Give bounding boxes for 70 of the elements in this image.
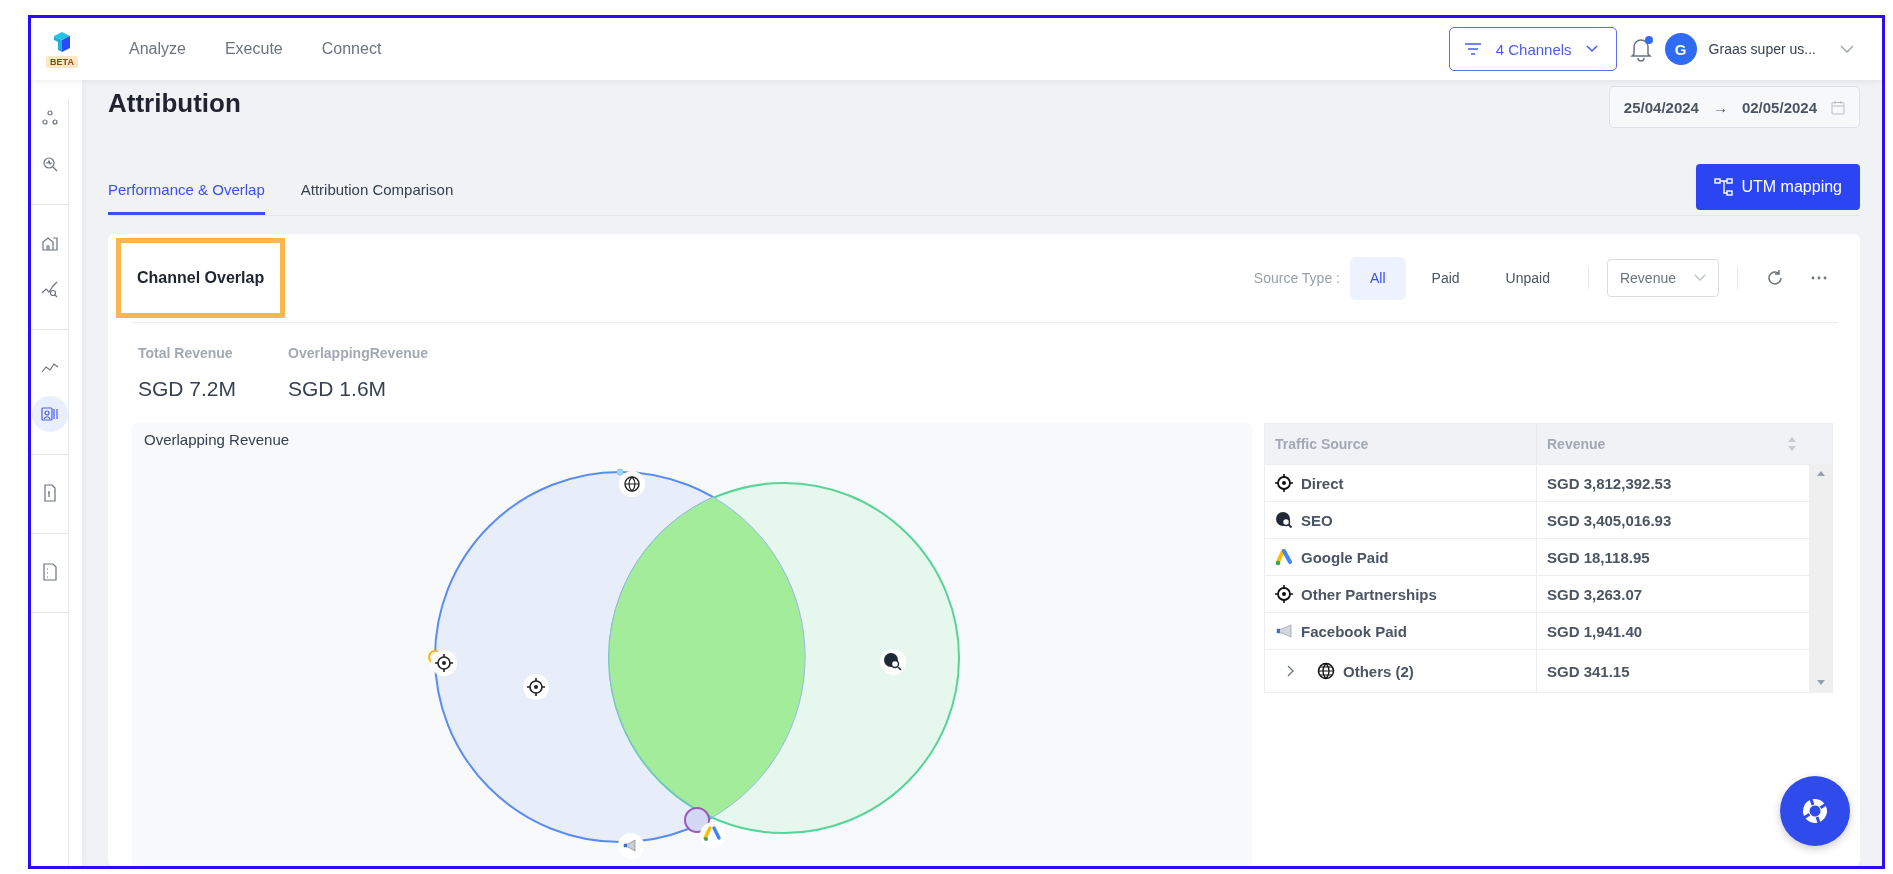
beta-badge: BETA	[46, 56, 78, 68]
chevron-down-icon	[1694, 274, 1706, 282]
scroll-up-icon[interactable]	[1816, 470, 1825, 476]
magnifier-icon	[40, 155, 59, 173]
traffic-source-name: Other Partnerships	[1301, 585, 1437, 603]
stat-label: Total Revenue	[138, 345, 234, 361]
calendar-icon	[1831, 99, 1845, 115]
nav-link[interactable]: Execute	[224, 40, 283, 58]
table-cell-text: SGD 18,118.95	[1546, 547, 1651, 568]
column-header: Traffic Source	[1265, 424, 1537, 464]
tab[interactable]: Performance & Overlap	[108, 181, 265, 215]
sidebar-item[interactable]	[31, 396, 68, 432]
start-date: 25/04/2024	[1623, 98, 1699, 116]
table-cell-text: SGD 3,263.07	[1546, 584, 1644, 605]
page-title: Attribution	[108, 88, 241, 119]
table-cell-text: SGD 3,812,392.53	[1546, 473, 1673, 494]
target-icon	[1275, 585, 1293, 603]
filter-icon	[1463, 42, 1482, 56]
nodes-icon	[40, 109, 59, 127]
file-icon	[40, 563, 59, 581]
source-type-option[interactable]: Unpaid	[1485, 256, 1570, 300]
date-range-picker[interactable]: 25/04/2024 → 02/05/2024	[1608, 86, 1860, 128]
table-cell-text: SGD 3,405,016.93	[1546, 510, 1673, 531]
traffic-source-name: Others (2)	[1343, 662, 1414, 680]
stat-label: OverlappingRevenue	[288, 345, 429, 361]
globe-icon	[1317, 662, 1335, 680]
card-title: Channel Overlap	[116, 238, 286, 318]
table-cell-text: SGD 1,941.40	[1546, 621, 1644, 642]
user-name[interactable]: Graas super us...	[1708, 41, 1816, 57]
ads-triangle-icon	[1275, 548, 1293, 566]
hierarchy-icon	[1713, 177, 1734, 197]
target-icon[interactable]	[523, 674, 549, 700]
end-date: 02/05/2024	[1741, 98, 1817, 116]
more-options-icon[interactable]	[1810, 275, 1828, 281]
source-type-option[interactable]: Paid	[1411, 256, 1480, 300]
globe-search-icon	[1275, 511, 1293, 529]
bell-icon[interactable]	[1628, 36, 1653, 62]
table-cell-text: SGD 341.15	[1546, 661, 1631, 682]
target-icon	[1275, 474, 1293, 492]
date-separator: →	[1712, 98, 1728, 116]
source-type-label: Source Type :	[1253, 270, 1340, 286]
channels-filter-button[interactable]: 4 Channels	[1448, 27, 1617, 71]
globe-search-icon[interactable]	[880, 649, 906, 675]
traffic-source-name: Google Paid	[1301, 548, 1389, 566]
metric-select[interactable]: Revenue	[1606, 259, 1719, 297]
chart-title: Overlapping Revenue	[144, 431, 290, 448]
traffic-source-name: Direct	[1301, 474, 1344, 492]
source-type-option[interactable]: All	[1350, 256, 1406, 300]
chart-search-icon	[40, 280, 59, 298]
nav-link[interactable]: Connect	[321, 40, 382, 58]
nav-link[interactable]: Analyze	[129, 40, 186, 58]
utm-mapping-button[interactable]: UTM mapping	[1695, 164, 1860, 210]
refresh-icon[interactable]	[1766, 269, 1784, 287]
globe-icon[interactable]	[619, 471, 645, 497]
megaphone-icon	[1275, 622, 1293, 640]
chevron-down-icon[interactable]	[1840, 45, 1854, 53]
megaphone-icon[interactable]	[618, 833, 644, 859]
traffic-source-name: SEO	[1301, 511, 1333, 529]
user-avatar[interactable]: G	[1664, 33, 1697, 65]
stat-value: SGD 1.6M	[288, 377, 388, 401]
traffic-source-name: Facebook Paid	[1301, 622, 1407, 640]
tab[interactable]: Attribution Comparison	[300, 181, 454, 215]
target-icon[interactable]	[431, 650, 457, 676]
scroll-down-icon[interactable]	[1816, 680, 1825, 686]
stat-value: SGD 7.2M	[138, 377, 237, 401]
scrollbar[interactable]	[1809, 464, 1832, 692]
profile-card-icon	[40, 405, 59, 423]
chevron-down-icon	[1585, 45, 1598, 53]
chevron-right-icon[interactable]	[1287, 665, 1295, 677]
building-icon	[40, 234, 59, 252]
